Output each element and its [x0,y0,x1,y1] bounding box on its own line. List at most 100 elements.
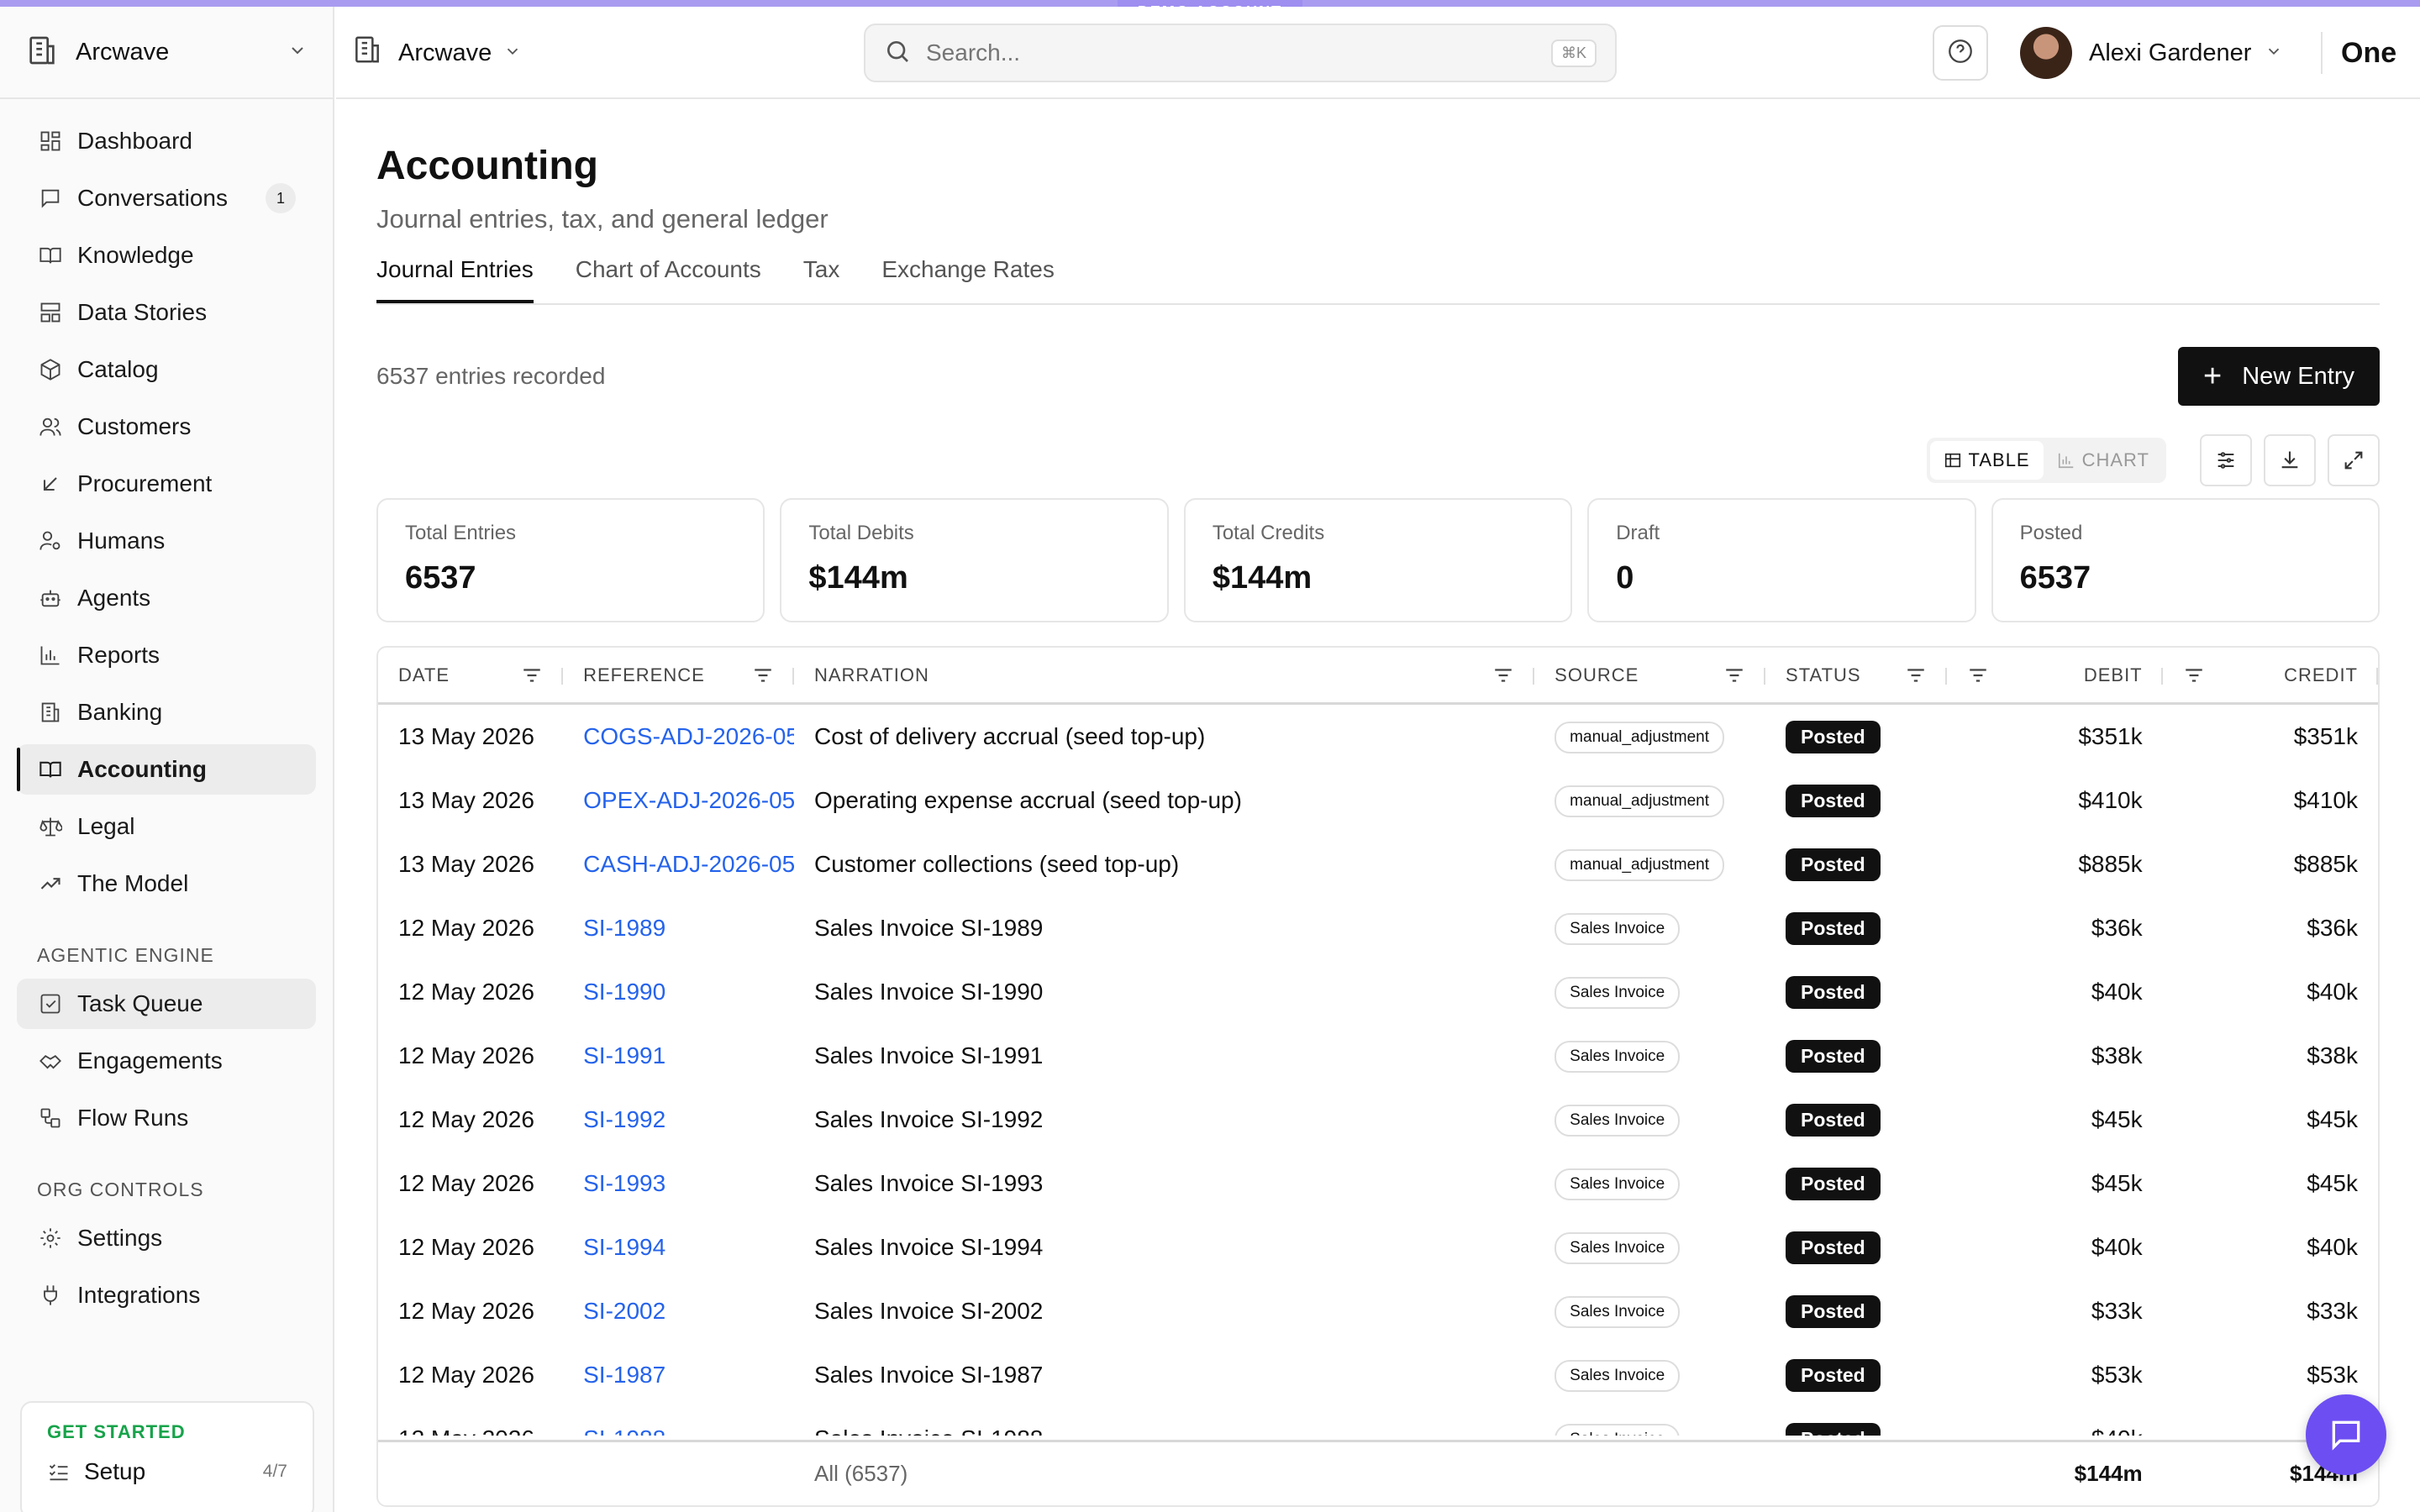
table-row[interactable]: 12 May 2026 SI-1994 Sales Invoice SI-1994 S… [378,1215,2378,1279]
filter-icon[interactable] [521,664,543,686]
sidebar-item-label: Flow Runs [77,1105,189,1131]
column-header-credit-filter[interactable] [2163,648,2262,702]
cell-status: Posted [1765,911,1947,945]
sidebar-item-engagements[interactable]: Engagements [17,1036,316,1086]
tab-journal-entries[interactable]: Journal Entries [376,256,534,303]
sidebar-item-procurement[interactable]: Procurement [17,459,316,509]
filter-icon[interactable] [1492,664,1514,686]
column-header-debit[interactable]: DEBIT [2047,648,2163,702]
sidebar-item-dashboard[interactable]: Dashboard [17,116,316,166]
source-badge: Sales Invoice [1555,1295,1681,1328]
table-row[interactable]: 13 May 2026 OPEX-ADJ-2026-05 Operating exp… [378,769,2378,832]
get-started-title: GET STARTED [47,1421,186,1442]
table-row[interactable]: 12 May 2026 SI-1993 Sales Invoice SI-1993 S… [378,1152,2378,1215]
sidebar-org-switcher[interactable]: Arcwave [0,7,333,99]
cell-reference-link[interactable]: SI-1991 [563,1042,794,1069]
sidebar-item-catalog[interactable]: Catalog [17,344,316,395]
sidebar-item-task-queue[interactable]: Task Queue [17,979,316,1029]
table-row[interactable]: 12 May 2026 SI-1992 Sales Invoice SI-1992 S… [378,1088,2378,1152]
view-chart-label: CHART [2081,449,2149,470]
sidebar-item-conversations[interactable]: Conversations 1 [17,173,316,223]
column-header-date[interactable]: DATE [378,648,564,702]
filter-icon[interactable] [752,664,774,686]
search-input[interactable] [926,39,1551,66]
cell-debit: $36k [2091,915,2143,941]
cell-date: 13 May 2026 [398,723,534,749]
new-entry-button[interactable]: + New Entry [2178,347,2380,406]
cell-reference-link[interactable]: COGS-ADJ-2026-05 [563,723,794,750]
tab-chart-of-accounts[interactable]: Chart of Accounts [576,256,761,300]
table-row[interactable]: 12 May 2026SI-1988Sales Invoice SI-1988 S… [378,1407,2378,1436]
source-badge: Sales Invoice [1555,1168,1681,1200]
help-button[interactable] [1933,25,1988,81]
cell-reference-link[interactable]: CASH-ADJ-2026-05 [563,851,794,878]
sidebar-item-knowledge[interactable]: Knowledge [17,230,316,281]
sidebar-item-accounting[interactable]: Accounting [17,744,316,795]
cell-reference-link[interactable]: OPEX-ADJ-2026-05 [563,787,794,814]
cell-credit: $36k [2307,915,2358,941]
sidebar-item-reports[interactable]: Reports [17,630,316,680]
column-header-credit[interactable]: CREDIT [2262,648,2378,702]
filter-icon[interactable] [1723,664,1745,686]
filter-icon[interactable] [2183,664,2205,686]
sidebar-item-label: Data Stories [77,299,208,325]
cell-status: Posted [1765,1358,1947,1392]
scale-icon [37,813,64,840]
setup-item[interactable]: Setup 4/7 [22,1443,313,1485]
cell-reference-link[interactable]: SI-1990 [563,979,794,1005]
table-row[interactable]: 13 May 2026 COGS-ADJ-2026-05 Cost of deliv… [378,705,2378,769]
header-org-switcher[interactable]: Arcwave [351,7,522,99]
table-row[interactable]: 12 May 2026 SI-1989 Sales Invoice SI-1989 S… [378,896,2378,960]
sidebar-item-the-model[interactable]: The Model [17,858,316,909]
section-org-controls: ORG CONTROLS [37,1179,204,1200]
cell-reference-link[interactable]: SI-1992 [563,1106,794,1133]
table-row[interactable]: 12 May 2026 SI-1991 Sales Invoice SI-1991 S… [378,1024,2378,1088]
column-header-narration[interactable]: NARRATION [794,648,1535,702]
chat-launcher-button[interactable] [2306,1394,2386,1475]
cell-reference-link[interactable]: SI-1993 [563,1170,794,1197]
cell-reference-link[interactable]: SI-2002 [563,1298,794,1325]
view-table-option[interactable]: TABLE [1929,441,2044,480]
header-org-name: Arcwave [398,39,492,66]
view-chart-option[interactable]: CHART [2044,441,2163,480]
cell-narration: Sales Invoice SI-1992 [813,1106,1044,1132]
sidebar-item-customers[interactable]: Customers [17,402,316,452]
global-search[interactable]: ⌘K [864,24,1617,82]
sidebar-item-integrations[interactable]: Integrations [17,1270,316,1320]
user-menu[interactable]: Alexi Gardener [2020,7,2283,99]
table-row[interactable]: 12 May 2026 SI-2002 Sales Invoice SI-2002 S… [378,1279,2378,1343]
cell-reference-link[interactable]: SI-1989 [563,915,794,942]
sidebar-item-flow-runs[interactable]: Flow Runs [17,1093,316,1143]
table-row[interactable]: 12 May 2026 SI-1987 Sales Invoice SI-1987 S… [378,1343,2378,1407]
sidebar-item-humans[interactable]: Humans [17,516,316,566]
tab-exchange-rates[interactable]: Exchange Rates [881,256,1054,300]
sidebar-item-agents[interactable]: Agents [17,573,316,623]
column-settings-button[interactable] [2200,434,2252,486]
building-icon [351,34,383,72]
filter-icon[interactable] [1905,664,1927,686]
table-row[interactable]: 13 May 2026 CASH-ADJ-2026-05 Customer coll… [378,832,2378,896]
cell-source: Sales Invoice [1534,1359,1765,1392]
source-badge: Sales Invoice [1555,1231,1681,1264]
filter-icon[interactable] [1967,664,1989,686]
column-header-status[interactable]: STATUS [1765,648,1948,702]
column-header-reference[interactable]: REFERENCE [563,648,794,702]
expand-button[interactable] [2328,434,2380,486]
cell-reference-link[interactable]: SI-1988 [563,1425,794,1436]
column-header-debit-filter[interactable] [1947,648,2046,702]
gear-icon [37,1225,64,1252]
column-header-source[interactable]: SOURCE [1534,648,1765,702]
cell-reference-link[interactable]: SI-1987 [563,1362,794,1389]
cell-date: 13 May 2026 [398,787,534,813]
sidebar-item-data-stories[interactable]: Data Stories [17,287,316,338]
brand-logo[interactable]: One [2341,7,2396,99]
download-button[interactable] [2264,434,2316,486]
box-icon [37,356,64,383]
sidebar-item-legal[interactable]: Legal [17,801,316,852]
stat-label: Total Credits [1212,522,1325,544]
tab-tax[interactable]: Tax [803,256,840,300]
sidebar-item-banking[interactable]: Banking [17,687,316,738]
sidebar-item-settings[interactable]: Settings [17,1213,316,1263]
table-row[interactable]: 12 May 2026 SI-1990 Sales Invoice SI-1990 S… [378,960,2378,1024]
cell-reference-link[interactable]: SI-1994 [563,1234,794,1261]
